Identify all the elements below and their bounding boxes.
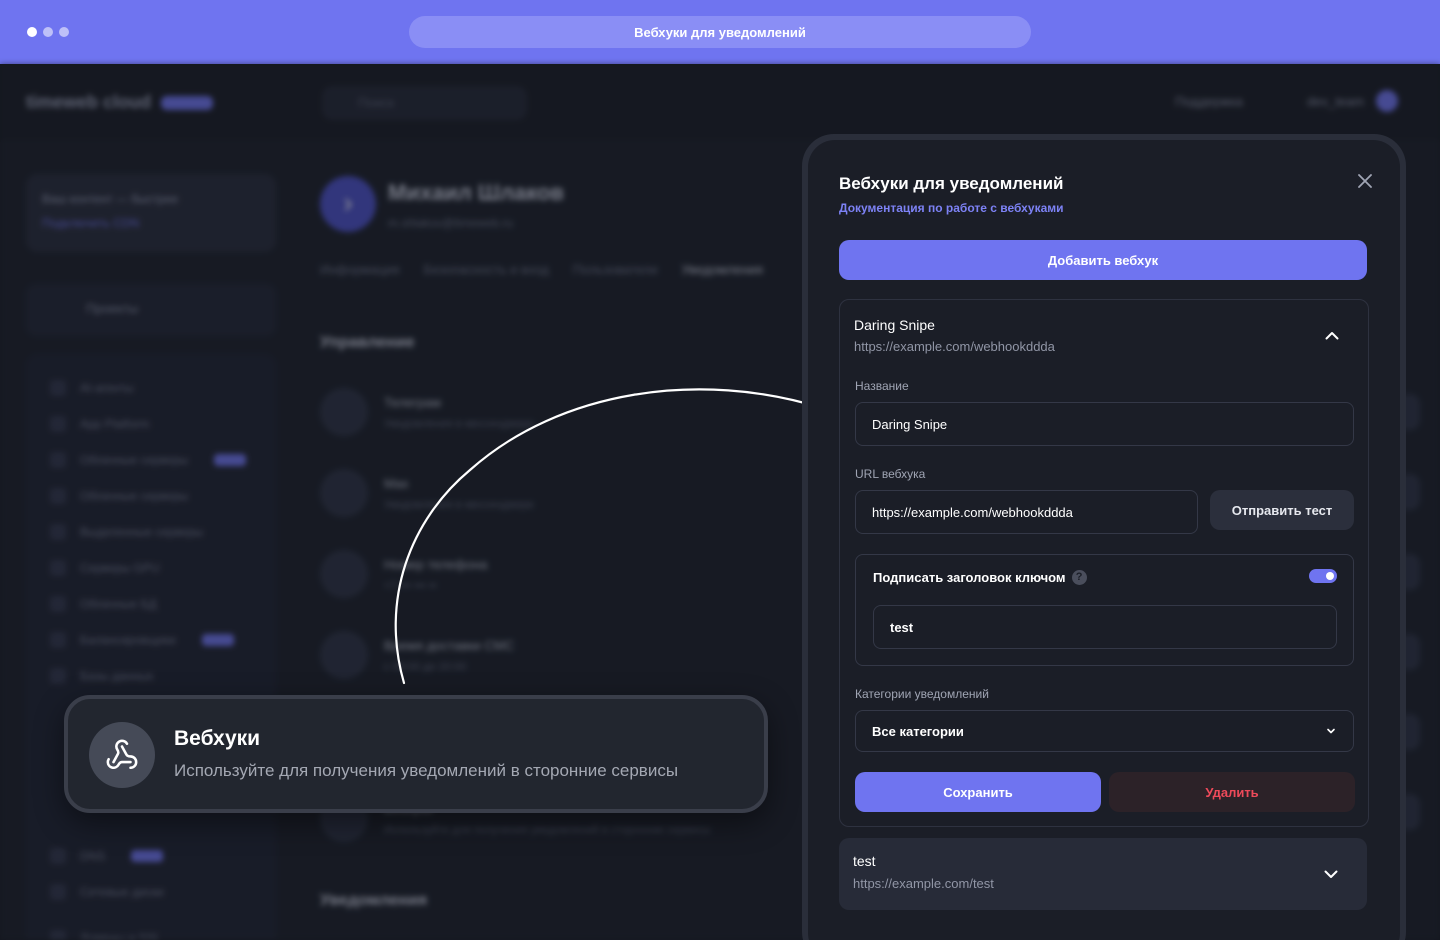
- window-dots: [27, 27, 69, 37]
- bg-row: Время доставки СМС с 09:00 до 20:00: [320, 631, 514, 679]
- webhook-url: https://example.com/test: [853, 876, 994, 891]
- bg-menu-item: App Platform: [50, 416, 149, 432]
- webhooks-callout[interactable]: Вебхуки Используйте для получения уведом…: [64, 695, 768, 813]
- bg-menu-item: Сетевые диски: [50, 884, 164, 900]
- bg-profile-name: Михаил Шлаков: [388, 180, 564, 205]
- categories-select[interactable]: Все категории: [855, 710, 1354, 752]
- categories-label: Категории уведомлений: [855, 687, 989, 701]
- bg-search: Поиск: [322, 86, 527, 120]
- sign-header-label: Подписать заголовок ключом ?: [873, 570, 1087, 585]
- delete-button[interactable]: Удалить: [1109, 772, 1355, 812]
- url-field-label: URL вебхука: [855, 467, 926, 481]
- bg-menu-item: Домены и SSL: [50, 930, 161, 940]
- sign-key-input[interactable]: [873, 605, 1337, 649]
- sign-header-toggle[interactable]: [1309, 569, 1337, 583]
- dot-indicator[interactable]: [43, 27, 53, 37]
- bg-menu-item: AI-агенты: [50, 380, 134, 396]
- name-input[interactable]: [855, 402, 1354, 446]
- add-webhook-button[interactable]: Добавить вебхук: [839, 240, 1367, 280]
- webhook-icon: [89, 722, 155, 788]
- bg-profile-email: m.shlakov@timeweb.ru: [388, 216, 513, 230]
- bg-menu-item: Балансировщики: [50, 632, 234, 648]
- bg-promo-card: Ваш контент — быстрее Подключить CDN: [26, 174, 276, 252]
- bg-menu-item: Серверы GPU: [50, 560, 160, 576]
- bg-promo-text: Ваш контент — быстрее: [42, 192, 179, 206]
- bg-section-title: Уведомления: [320, 892, 428, 909]
- bg-row: Номер телефона +7 ••• ••• ••: [320, 550, 487, 598]
- bg-row: Max Уведомления в мессенджере: [320, 469, 534, 517]
- bg-tab: Уведомления: [681, 262, 763, 277]
- name-field-label: Название: [855, 379, 909, 393]
- callout-title: Вебхуки: [174, 727, 261, 750]
- bg-tab: Безопасность и вход: [423, 262, 549, 277]
- bg-promo-link: Подключить CDN: [42, 216, 140, 230]
- browser-tab-title: Вебхуки для уведомлений: [409, 16, 1031, 48]
- webhooks-modal: Вебхуки для уведомлений Документация по …: [808, 140, 1400, 940]
- dot-indicator[interactable]: [59, 27, 69, 37]
- bg-menu-item: Облачные серверы: [50, 488, 188, 504]
- callout-subtitle: Используйте для получения уведомлений в …: [174, 761, 679, 780]
- logo: timeweb cloud: [26, 92, 214, 113]
- bg-menu: AI-агенты App Platform Облачные серверы …: [26, 354, 276, 940]
- save-button[interactable]: Сохранить: [855, 772, 1101, 812]
- webhook-card[interactable]: test https://example.com/test: [839, 838, 1367, 910]
- bg-projects: Проекты: [26, 284, 276, 336]
- avatar: [1376, 90, 1398, 112]
- bg-section-title: Управление: [320, 334, 415, 351]
- webhook-url: https://example.com/webhookddda: [854, 339, 1055, 354]
- bg-support: Поддержка: [1175, 94, 1243, 109]
- chevron-down-icon[interactable]: [1319, 865, 1343, 883]
- close-icon[interactable]: [1354, 170, 1376, 192]
- bg-header: timeweb cloud Поиск Поддержка dev_team: [0, 64, 1440, 140]
- modal-title: Вебхуки для уведомлений: [839, 174, 1064, 193]
- bg-row: Телеграм Уведомления в мессенджере: [320, 388, 534, 436]
- webhook-card: Daring Snipe https://example.com/webhook…: [839, 299, 1369, 827]
- bg-tab: Пользователи: [572, 262, 658, 277]
- bg-tab: Информация: [320, 262, 400, 277]
- chevron-down-icon: [1327, 728, 1335, 734]
- sign-header-text: Подписать заголовок ключом: [873, 570, 1066, 585]
- bg-menu-item: Базы данных: [50, 668, 153, 684]
- chevron-up-icon[interactable]: [1320, 326, 1344, 344]
- bg-sidebar: Ваш контент — быстрее Подключить CDN Про…: [26, 174, 276, 940]
- bg-profile-avatar: ›: [320, 176, 376, 232]
- docs-link[interactable]: Документация по работе с вебхуками: [839, 201, 1064, 215]
- help-icon[interactable]: ?: [1071, 570, 1087, 585]
- bg-menu-item: Облачные серверы: [50, 452, 247, 468]
- categories-value: Все категории: [872, 724, 964, 739]
- dot-indicator[interactable]: [27, 27, 37, 37]
- bg-menu-item: Выделенные серверы: [50, 524, 203, 540]
- bg-menu-item: DNS: [50, 848, 164, 864]
- bg-menu-item: Облачные БД: [50, 596, 157, 612]
- bg-tabs: Информация Безопасность и вход Пользоват…: [320, 262, 763, 277]
- browser-bar: Вебхуки для уведомлений: [0, 0, 1440, 64]
- send-test-button[interactable]: Отправить тест: [1210, 490, 1354, 530]
- webhook-name: Daring Snipe: [854, 317, 935, 333]
- bg-user: dev_team: [1307, 94, 1365, 109]
- url-input[interactable]: [855, 490, 1198, 534]
- sign-header-box: Подписать заголовок ключом ?: [855, 554, 1354, 666]
- webhook-name: test: [853, 853, 876, 869]
